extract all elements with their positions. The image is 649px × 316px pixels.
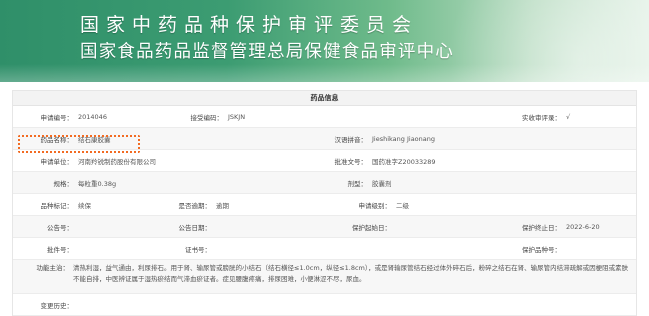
header-banner: 国家中药品种保护审评委员会 国家食品药品监督管理总局保健食品审评中心 bbox=[0, 0, 649, 82]
certificate-no-label: 证书号： bbox=[185, 245, 211, 254]
level-label: 申请级别： bbox=[358, 201, 392, 210]
announcement-date-value bbox=[213, 216, 313, 237]
table-row: 规格： 每粒重0.38g 剂型： 胶囊剂 bbox=[13, 172, 636, 194]
approval-no-value: 国药准字Z20033289 bbox=[372, 157, 436, 166]
protection-start-value bbox=[393, 216, 493, 237]
center-title: 国家食品药品监督管理总局保健食品审评中心 bbox=[80, 42, 454, 62]
table-row: 申请单位： 河南羚锐制药股份有限公司 批准文号： 国药准字Z20033289 bbox=[13, 150, 636, 172]
protection-no-value bbox=[563, 238, 633, 259]
overdue-value: 逾期 bbox=[216, 201, 229, 210]
protection-end-value: 2022-6-20 bbox=[566, 222, 600, 231]
announcement-no-value bbox=[75, 216, 175, 237]
change-history-value bbox=[75, 294, 375, 315]
application-no-value: 2014046 bbox=[78, 112, 107, 121]
category-label: 品种标记： bbox=[40, 201, 74, 210]
table-row: 批件号： 证书号： 保护品种号： bbox=[13, 238, 636, 260]
pinyin-value: Jieshikang Jiaonang bbox=[372, 134, 436, 143]
spec-label: 规格： bbox=[53, 179, 74, 188]
dosage-form-label: 剂型： bbox=[347, 179, 368, 188]
approval-no-label: 批准文号： bbox=[334, 157, 368, 166]
protection-no-label: 保护品种号： bbox=[522, 245, 561, 254]
announcement-no-label: 公告号： bbox=[47, 223, 73, 232]
application-no-label: 申请编号： bbox=[40, 113, 74, 122]
category-value: 续保 bbox=[78, 201, 91, 210]
overdue-label: 是否逾期： bbox=[178, 201, 212, 210]
applicant-value: 河南羚锐制药股份有限公司 bbox=[78, 157, 156, 166]
drug-info-panel: 药品信息 申请编号： 2014046 接受编码： JSKJN 实收审评录： √ … bbox=[12, 90, 637, 316]
table-row: 品种标记： 续保 是否逾期： 逾期 申请级别： 二级 bbox=[13, 194, 636, 216]
indications-value: 清热利湿，益气通由，利尿排石。用于肾、输尿管或膀胱的小结石（结石横径≤1.0cm… bbox=[73, 264, 629, 283]
applicant-label: 申请单位： bbox=[40, 157, 74, 166]
certificate-no-value bbox=[213, 238, 313, 259]
acceptance-no-value: JSKJN bbox=[228, 112, 246, 121]
production-review-value: √ bbox=[566, 112, 571, 121]
acceptance-no-label: 接受编码： bbox=[190, 113, 224, 122]
batch-no-label: 批件号： bbox=[47, 245, 73, 254]
drug-name-value: 结石康胶囊 bbox=[78, 135, 111, 144]
protection-start-label: 保护起始日： bbox=[352, 223, 391, 232]
level-value: 二级 bbox=[396, 201, 409, 210]
table-row: 申请编号： 2014046 接受编码： JSKJN 实收审评录： √ bbox=[13, 106, 636, 128]
drug-name-label: 药品名称： bbox=[40, 135, 74, 144]
announcement-date-label: 公告日期： bbox=[178, 223, 212, 232]
batch-no-value bbox=[75, 238, 175, 259]
production-review-label: 实收审评录： bbox=[522, 113, 561, 122]
dosage-form-value: 胶囊剂 bbox=[372, 179, 392, 188]
committee-title: 国家中药品种保护审评委员会 bbox=[80, 14, 419, 36]
pinyin-label: 汉语拼音： bbox=[334, 135, 368, 144]
table-row: 变更历史： bbox=[13, 294, 636, 316]
change-history-label: 变更历史： bbox=[40, 301, 74, 310]
protection-end-label: 保护终止日： bbox=[522, 223, 561, 232]
indications-label: 功能主治： bbox=[36, 264, 70, 272]
table-row: 功能主治： 清热利湿，益气通由，利尿排石。用于肾、输尿管或膀胱的小结石（结石横径… bbox=[13, 260, 636, 294]
table-row: 药品名称： 结石康胶囊 汉语拼音： Jieshikang Jiaonang bbox=[13, 128, 636, 150]
spec-value: 每粒重0.38g bbox=[78, 179, 117, 188]
section-title: 药品信息 bbox=[13, 91, 636, 106]
table-row: 公告号： 公告日期： 保护起始日： 保护终止日： 2022-6-20 bbox=[13, 216, 636, 238]
